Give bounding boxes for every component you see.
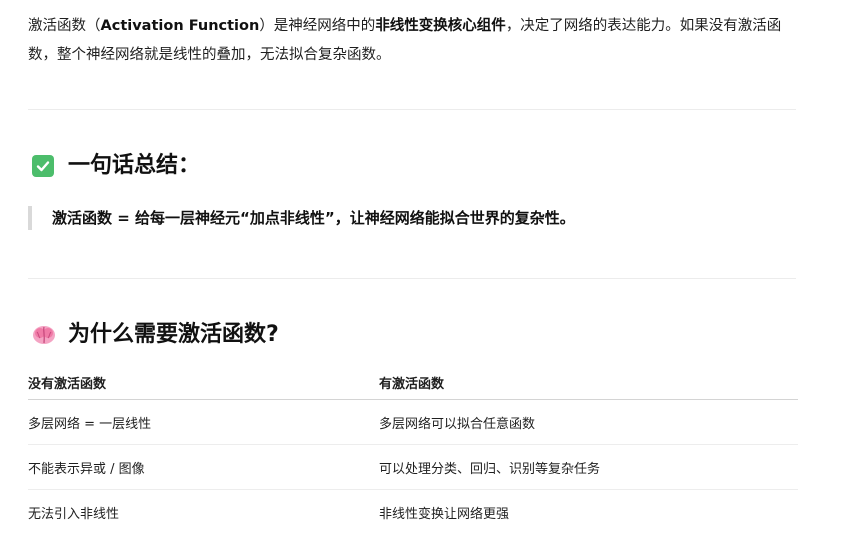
brain-icon xyxy=(32,324,56,346)
table-row: 不能表示异或 / 图像 可以处理分类、回归、识别等复杂任务 xyxy=(28,444,798,490)
table-cell: 无法引入非线性 xyxy=(28,506,120,522)
intro-term: Activation Function xyxy=(100,18,260,34)
why-heading-text: 为什么需要激活函数? xyxy=(68,322,279,347)
intro-bold: 非线性变换核心组件 xyxy=(375,18,506,34)
intro-text-2: ）是神经网络中的 xyxy=(259,18,376,34)
table-header-with: 有激活函数 xyxy=(379,366,798,400)
summary-quote: 激活函数 = 给每一层神经元“加点非线性”，让神经网络能拟合世界的复杂性。 xyxy=(28,206,575,230)
intro-paragraph: 激活函数（Activation Function）是神经网络中的非线性变换核心组… xyxy=(28,12,798,70)
why-heading: 为什么需要激活函数? xyxy=(32,320,279,350)
summary-heading: 一句话总结： xyxy=(32,151,200,181)
summary-quote-text: 激活函数 = 给每一层神经元“加点非线性”，让神经网络能拟合世界的复杂性。 xyxy=(52,209,575,227)
table-cell: 不能表示异或 / 图像 xyxy=(28,444,379,490)
table-cell: 多层网络可以拟合任意函数 xyxy=(379,399,798,445)
summary-heading-text: 一句话总结： xyxy=(68,153,201,178)
document-page: 激活函数（Activation Function）是神经网络中的非线性变换核心组… xyxy=(0,0,854,541)
table-header-row: 没有激活函数 有激活函数 xyxy=(28,366,798,400)
divider xyxy=(28,278,796,279)
table-row: 多层网络 = 一层线性 多层网络可以拟合任意函数 xyxy=(28,399,798,445)
intro-text-1: 激活函数（ xyxy=(28,18,101,34)
table-row: 无法引入非线性 非线性变换让网络更强 xyxy=(28,490,798,535)
check-mark-icon xyxy=(32,155,54,177)
table-header-without: 没有激活函数 xyxy=(28,366,379,400)
table-cell: 多层网络 = 一层线性 xyxy=(28,399,379,445)
divider xyxy=(28,109,796,110)
table-cell: 可以处理分类、回归、识别等复杂任务 xyxy=(379,444,798,490)
comparison-table: 没有激活函数 有激活函数 多层网络 = 一层线性 多层网络可以拟合任意函数 不能… xyxy=(28,366,798,534)
table-cell: 非线性变换让网络更强 xyxy=(379,506,510,522)
